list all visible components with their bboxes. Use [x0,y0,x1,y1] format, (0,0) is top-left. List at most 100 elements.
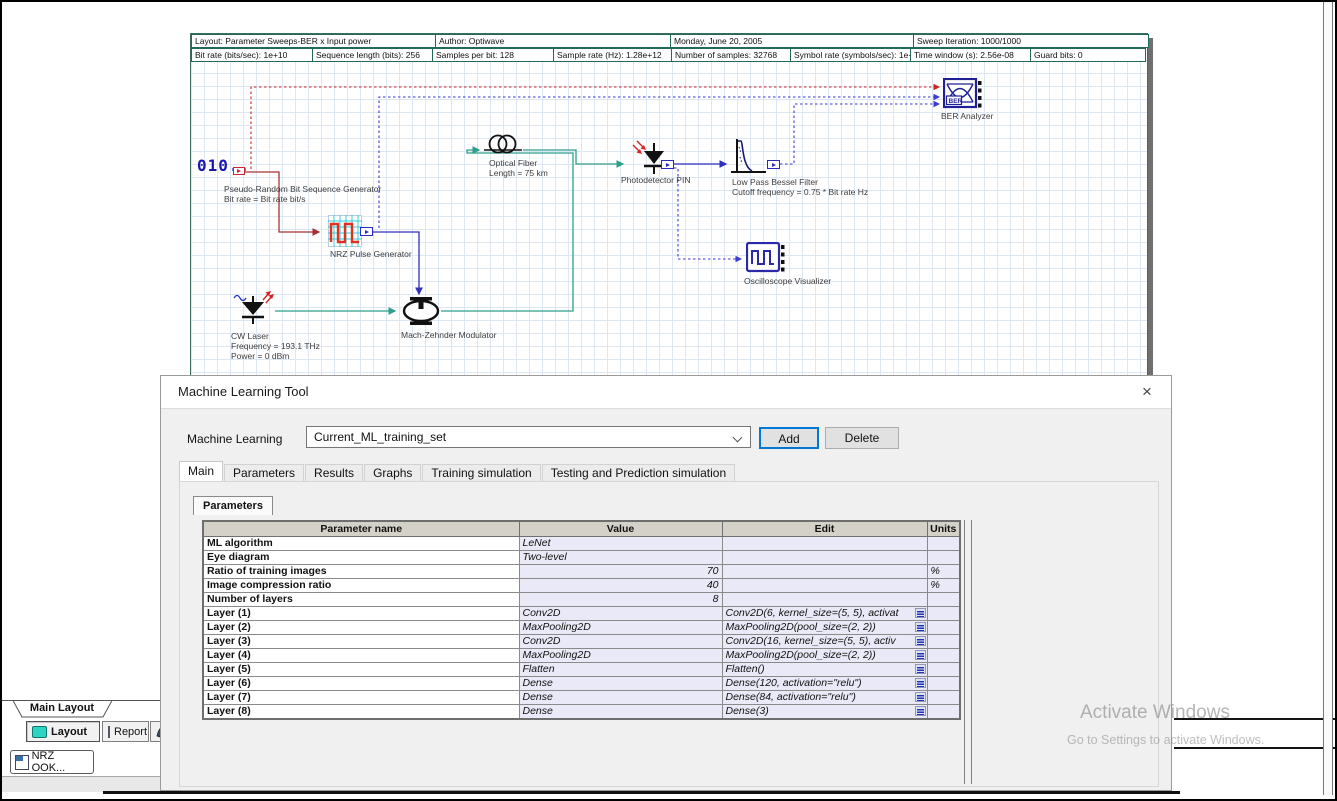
param-value[interactable]: MaxPooling2D [519,649,722,663]
param-edit[interactable] [722,551,927,565]
header-samples-per-bit: Samples per bit: 128 [433,48,554,62]
tab-testing-prediction-simulation[interactable]: Testing and Prediction simulation [542,464,735,481]
project-document-icon [15,755,29,770]
activate-windows-watermark: Activate Windows [1080,702,1230,724]
param-value[interactable]: Dense [519,691,722,705]
lpf-output-port[interactable] [767,160,780,169]
dialog-close-button[interactable]: × [1135,380,1159,404]
delete-button[interactable]: Delete [825,427,899,449]
dialog-tab-strip: Main Parameters Results Graphs Training … [179,462,736,481]
param-value[interactable]: LeNet [519,537,722,551]
workspace-vscrollbar[interactable] [1323,2,1333,795]
prbs-output-port[interactable] [233,167,245,175]
table-row: Ratio of training images 70 % [203,565,960,579]
param-value[interactable]: 8 [519,593,722,607]
param-value[interactable]: Conv2D [519,635,722,649]
param-edit[interactable]: MaxPooling2D(pool_size=(2, 2)) [722,649,927,663]
subtab-parameters[interactable]: Parameters [193,496,273,515]
param-value[interactable]: 40 [519,579,722,593]
param-name: Layer (8) [203,705,519,720]
param-value[interactable]: Flatten [519,663,722,677]
svg-text:BER: BER [949,98,963,105]
tab-parameters[interactable]: Parameters [224,464,304,481]
param-units [927,607,960,621]
chevron-down-icon [733,433,743,443]
param-edit[interactable]: Conv2D(16, kernel_size=(5, 5), activ [722,635,927,649]
report-button[interactable]: Report [102,721,149,742]
table-row: Layer (2) MaxPooling2D MaxPooling2D(pool… [203,621,960,635]
table-row: Number of layers 8 [203,593,960,607]
window-bottom-border [103,791,1180,794]
param-units [927,537,960,551]
tab-results[interactable]: Results [305,464,363,481]
table-row: Layer (3) Conv2D Conv2D(16, kernel_size=… [203,635,960,649]
param-edit[interactable]: Flatten() [722,663,927,677]
param-value[interactable]: Dense [519,677,722,691]
param-edit[interactable]: Dense(120, activation="relu") [722,677,927,691]
col-parameter-name: Parameter name [203,521,519,537]
photodetector-label: Photodetector PIN [621,175,690,185]
nrz-output-port[interactable] [360,227,373,236]
edit-list-icon[interactable] [915,678,926,688]
param-edit[interactable]: MaxPooling2D(pool_size=(2, 2)) [722,621,927,635]
edit-list-icon[interactable] [915,706,926,716]
ber-analyzer-icon[interactable]: BER [943,78,982,110]
ber-analyzer-label: BER Analyzer [941,111,993,121]
layout-button[interactable]: Layout [26,721,100,742]
edit-list-icon[interactable] [915,608,926,618]
param-edit[interactable] [722,593,927,607]
table-row: Layer (7) Dense Dense(84, activation="re… [203,691,960,705]
param-edit[interactable]: Dense(3) [722,705,927,720]
param-edit[interactable]: Conv2D(6, kernel_size=(5, 5), activat [722,607,927,621]
application-window: Layout: Parameter Sweeps-BER x Input pow… [0,0,1337,801]
table-row: Layer (4) MaxPooling2D MaxPooling2D(pool… [203,649,960,663]
tab-main[interactable]: Main [179,461,223,481]
dialog-titlebar[interactable]: Machine Learning Tool × [161,376,1171,409]
edit-list-icon[interactable] [915,692,926,702]
param-value[interactable]: Two-level [519,551,722,565]
header-author: Author: Optiwave [436,34,671,48]
cw-laser-icon[interactable] [233,290,275,326]
col-edit: Edit [722,521,927,537]
add-button[interactable]: Add [759,427,819,449]
combobox-value: Current_ML_training_set [314,430,446,444]
main-layout-tab-label: Main Layout [10,702,114,714]
ml-training-set-combobox[interactable]: Current_ML_training_set [306,426,751,448]
layout-button-label: Layout [51,726,87,738]
param-value[interactable]: Conv2D [519,607,722,621]
table-vscrollbar[interactable] [964,520,972,784]
oscilloscope-visualizer-icon[interactable] [746,242,785,274]
param-edit[interactable] [722,537,927,551]
param-units [927,635,960,649]
header-date: Monday, June 20, 2005 [671,34,914,48]
header-number-of-samples: Number of samples: 32768 [672,48,791,62]
edit-list-icon[interactable] [915,622,926,632]
param-value[interactable]: MaxPooling2D [519,621,722,635]
param-name: Layer (6) [203,677,519,691]
wire-prbs-to-ber [251,87,939,169]
tab-training-simulation[interactable]: Training simulation [422,464,540,481]
table-row: Layer (1) Conv2D Conv2D(6, kernel_size=(… [203,607,960,621]
mach-zehnder-modulator-icon[interactable] [401,296,441,326]
main-layout-tab[interactable]: Main Layout [10,700,116,723]
project-tab-nrz-ook[interactable]: NRZ OOK... [10,750,94,774]
param-value[interactable]: Dense [519,705,722,720]
nrz-pulse-generator-icon[interactable] [328,215,362,247]
edit-list-icon[interactable] [915,636,926,646]
edit-list-icon[interactable] [915,664,926,674]
lpf-label: Low Pass Bessel Filter Cutoff frequency … [732,177,868,197]
tab-graphs[interactable]: Graphs [364,464,421,481]
low-pass-bessel-filter-icon[interactable] [730,137,770,177]
photodetector-output-port[interactable] [661,160,674,169]
param-edit[interactable] [722,579,927,593]
param-units [927,677,960,691]
header-sweep-iteration: Sweep Iteration: 1000/1000 [914,34,1149,48]
param-name: Eye diagram [203,551,519,565]
param-edit[interactable]: Dense(84, activation="relu") [722,691,927,705]
edit-list-icon[interactable] [915,650,926,660]
photodetector-pin-icon[interactable] [632,140,668,176]
param-value[interactable]: 70 [519,565,722,579]
cw-laser-label: CW Laser Frequency = 193.1 THz Power = 0… [231,331,320,361]
optical-fiber-icon[interactable] [483,132,523,160]
param-edit[interactable] [722,565,927,579]
